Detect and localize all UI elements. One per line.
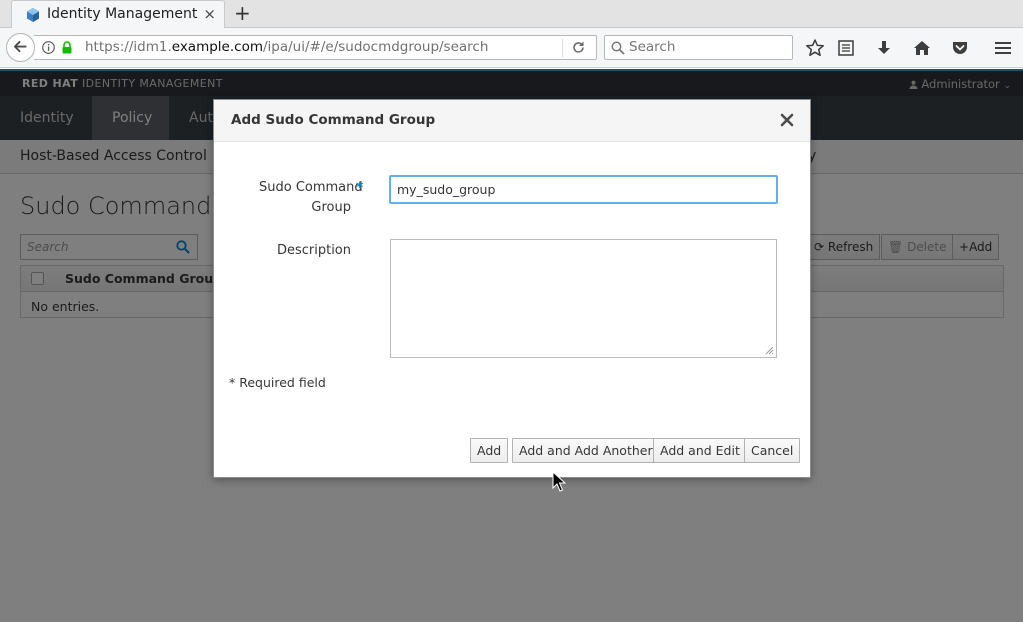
search-icon — [611, 41, 625, 55]
download-icon[interactable] — [874, 38, 894, 58]
group-name-input[interactable] — [390, 176, 777, 203]
cancel-button[interactable]: Cancel — [744, 438, 801, 463]
lock-icon[interactable] — [61, 41, 73, 54]
description-label: Description — [276, 243, 351, 258]
add-button[interactable]: Add — [470, 438, 509, 463]
bookmark-star-icon[interactable] — [805, 38, 825, 58]
back-button[interactable] — [6, 33, 35, 62]
required-field-note: * Required field — [229, 375, 326, 390]
new-tab-icon[interactable]: + — [234, 2, 251, 24]
close-icon[interactable] — [780, 113, 794, 127]
group-name-label-line2: Group — [311, 200, 351, 215]
hamburger-menu-icon[interactable] — [993, 38, 1013, 58]
home-icon[interactable] — [912, 38, 932, 58]
pocket-icon[interactable] — [950, 38, 970, 58]
url-bar[interactable]: https://idm1.example.com/ipa/ui/#/e/sudo… — [34, 35, 597, 60]
mouse-cursor-icon — [552, 471, 566, 492]
url-text[interactable]: https://idm1.example.com/ipa/ui/#/e/sudo… — [85, 39, 488, 55]
url-separator — [562, 39, 563, 57]
identity-management-favicon-icon — [27, 8, 39, 22]
browser-search-bar[interactable]: Search — [604, 35, 793, 60]
description-textarea[interactable] — [390, 239, 777, 358]
group-name-label: Sudo Command — [259, 180, 363, 195]
reload-icon[interactable] — [571, 40, 586, 55]
add-and-edit-button[interactable]: Add and Edit — [653, 438, 747, 463]
reading-list-icon[interactable] — [836, 38, 856, 58]
search-placeholder: Search — [629, 39, 676, 55]
dialog-title: Add Sudo Command Group — [231, 112, 436, 128]
browser-tab-bar: Identity Management × + — [0, 0, 1023, 28]
add-and-add-another-button[interactable]: Add and Add Another — [512, 438, 660, 463]
resize-grip-icon[interactable] — [765, 346, 774, 355]
browser-navigation-bar: https://idm1.example.com/ipa/ui/#/e/sudo… — [0, 28, 1023, 68]
add-sudo-command-group-dialog: Add Sudo Command Group Sudo Command * Gr… — [213, 99, 811, 478]
tab-title: Identity Management — [47, 6, 198, 22]
info-icon[interactable] — [42, 41, 55, 54]
required-indicator: * — [356, 180, 364, 196]
dialog-header: Add Sudo Command Group — [214, 100, 810, 142]
back-arrow-icon — [13, 40, 27, 53]
browser-tab[interactable]: Identity Management × — [11, 0, 225, 28]
tab-close-icon[interactable]: × — [203, 5, 216, 23]
